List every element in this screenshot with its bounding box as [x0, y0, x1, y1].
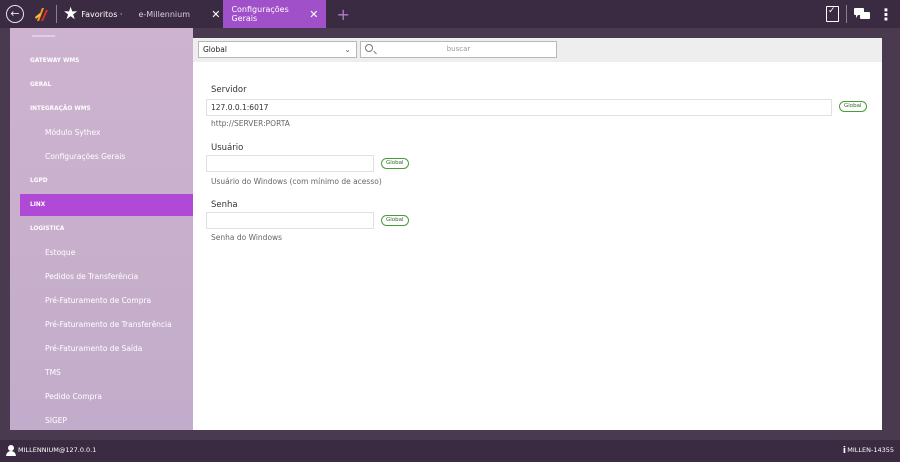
servidor-label: Servidor: [211, 85, 247, 95]
search-placeholder: buscar: [446, 45, 471, 53]
close-icon[interactable]: ✕: [309, 8, 318, 21]
sidebar-item-sigep[interactable]: SIGEP: [20, 410, 193, 430]
sidebar-item-modulo-sythex[interactable]: Módulo Sythex: [20, 122, 193, 144]
user-icon: [6, 445, 16, 456]
top-bar: ← ★ Favoritos · e-Millennium ✕ Configura…: [0, 0, 900, 28]
sidebar-item-pre-faturamento-de-saida[interactable]: Pré-Faturamento de Saída: [20, 338, 193, 360]
plus-icon[interactable]: +: [336, 5, 349, 24]
status-bar: MILLENNIUM@127.0.0.1 i MILLEN-14355: [0, 440, 900, 462]
sidebar-item-pre-faturamento-de-transferencia[interactable]: Pré-Faturamento de Transferência: [20, 314, 193, 336]
separator: [56, 5, 57, 23]
sidebar: ▁▁▁▁▁ GATEWAY WMS GERAL INTEGRAÇÃO WMS Módu…: [10, 28, 193, 430]
clipboard-check-icon[interactable]: [826, 6, 839, 22]
tab-e-millennium[interactable]: e-Millennium ✕: [138, 0, 220, 28]
sidebar-item-linx[interactable]: LINX: [20, 194, 193, 216]
senha-label: Senha: [211, 200, 238, 210]
usuario-field[interactable]: [206, 155, 374, 172]
usuario-global-badge[interactable]: Global: [381, 158, 409, 169]
sidebar-item-pedido-compra[interactable]: Pedido Compra: [20, 386, 193, 408]
servidor-hint: http://SERVER:PORTA: [211, 119, 290, 128]
search-input[interactable]: buscar: [360, 41, 557, 58]
star-icon[interactable]: ★: [63, 5, 78, 23]
status-user: MILLENNIUM@127.0.0.1: [18, 446, 97, 454]
usuario-hint: Usuário do Windows (com mínimo de acesso…: [211, 177, 382, 186]
senha-global-badge[interactable]: Global: [381, 215, 409, 226]
servidor-value: 127.0.0.1:6017: [211, 103, 269, 112]
sidebar-item-tms[interactable]: TMS: [20, 362, 193, 384]
senha-hint: Senha do Windows: [211, 233, 283, 242]
main-panel: Global ⌄ buscar Servidor 127.0.0.1:6017 …: [193, 38, 882, 430]
sidebar-item-gateway-wms[interactable]: GATEWAY WMS: [20, 50, 193, 72]
tab-label: e-Millennium: [138, 9, 190, 19]
chevron-down-icon: ⌄: [344, 45, 351, 54]
servidor-field[interactable]: 127.0.0.1:6017: [206, 99, 832, 116]
usuario-label: Usuário: [211, 143, 244, 153]
sidebar-item-estoque[interactable]: Estoque: [20, 242, 193, 264]
top-bar-left: ← ★ Favoritos · e-Millennium ✕ Configura…: [0, 0, 350, 28]
sidebar-item-logistica[interactable]: LOGISTICA: [20, 218, 193, 240]
back-icon[interactable]: ←: [6, 5, 24, 23]
more-vertical-icon[interactable]: ⋮: [878, 5, 894, 24]
info-icon[interactable]: i: [843, 446, 846, 456]
sidebar-clipped-item: ▁▁▁▁▁: [32, 30, 56, 37]
favorites-menu[interactable]: Favoritos ·: [81, 10, 122, 19]
status-build: MILLEN-14355: [847, 446, 894, 454]
separator: [846, 5, 847, 23]
close-icon[interactable]: ✕: [211, 8, 220, 21]
scope-value: Global: [203, 45, 227, 54]
tab-label: Configurações Gerais: [231, 5, 289, 23]
chat-icon[interactable]: [854, 8, 870, 20]
millennium-logo: [35, 8, 48, 21]
sidebar-item-pedidos-de-transferencia[interactable]: Pedidos de Transferência: [20, 266, 193, 288]
sidebar-item-configuracoes-gerais[interactable]: Configurações Gerais: [20, 146, 193, 168]
sidebar-item-pre-faturamento-de-compra[interactable]: Pré-Faturamento de Compra: [20, 290, 193, 312]
sidebar-item-lgpd[interactable]: LGPD: [20, 170, 193, 192]
top-bar-right: ⋮: [826, 0, 894, 28]
filter-bar: Global ⌄ buscar: [193, 38, 882, 62]
senha-field[interactable]: [206, 212, 374, 229]
tab-configuracoes-gerais[interactable]: Configurações Gerais ✕: [223, 0, 327, 28]
sidebar-item-integracao-wms[interactable]: INTEGRAÇÃO WMS: [20, 98, 193, 120]
sidebar-item-geral[interactable]: GERAL: [20, 74, 193, 96]
servidor-global-badge[interactable]: Global: [839, 101, 867, 112]
scope-select[interactable]: Global ⌄: [198, 41, 357, 58]
